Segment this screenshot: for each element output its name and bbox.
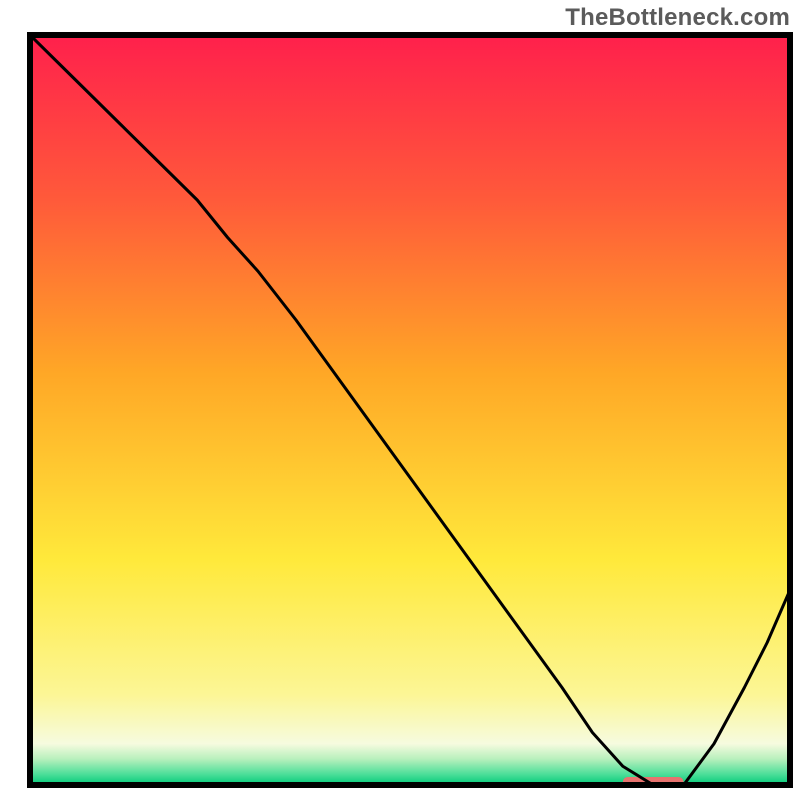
chart-stage: TheBottleneck.com [0, 0, 800, 800]
chart-svg [0, 0, 800, 800]
